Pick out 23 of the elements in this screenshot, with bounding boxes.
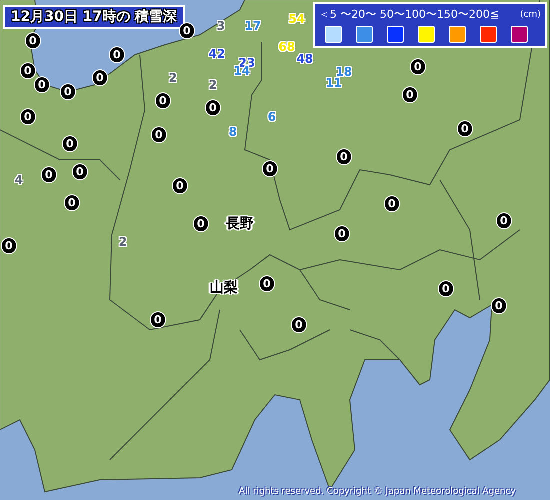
snow-depth-value: 68 xyxy=(278,41,296,53)
snow-depth-value: 48 xyxy=(296,53,314,65)
snow-depth-value: 54 xyxy=(288,13,306,25)
snow-depth-value: 8 xyxy=(228,126,238,138)
legend-unit: (cm) xyxy=(520,10,541,20)
prefecture-label: 長野 xyxy=(226,215,254,233)
snow-depth-value: 6 xyxy=(268,111,276,123)
snow-depth-value: 3 xyxy=(216,20,226,32)
copyright-text: All rights reserved. Copyright © Japan Meteorological Agency xyxy=(239,487,516,497)
prefecture-label: 山梨 xyxy=(210,279,238,297)
snow-depth-value: 18 xyxy=(336,66,352,78)
snow-depth-value: 2 xyxy=(208,79,218,91)
snow-depth-value: 0 xyxy=(179,22,195,40)
snow-depth-value: 2 xyxy=(118,236,128,248)
snow-depth-value: 42 xyxy=(208,48,226,60)
snow-depth-value: 2 xyxy=(168,72,178,84)
snow-depth-value: 11 xyxy=(326,77,342,89)
snow-depth-value: 0 xyxy=(92,70,108,86)
snow-depth-value: 0 xyxy=(60,84,76,100)
snow-depth-value: 4 xyxy=(14,174,24,186)
snow-depth-value: 17 xyxy=(244,20,262,32)
snow-depth-value: 0 xyxy=(109,46,125,64)
legend-scale: ＜5 〜20〜 50〜100〜150〜200≦ xyxy=(319,7,500,22)
